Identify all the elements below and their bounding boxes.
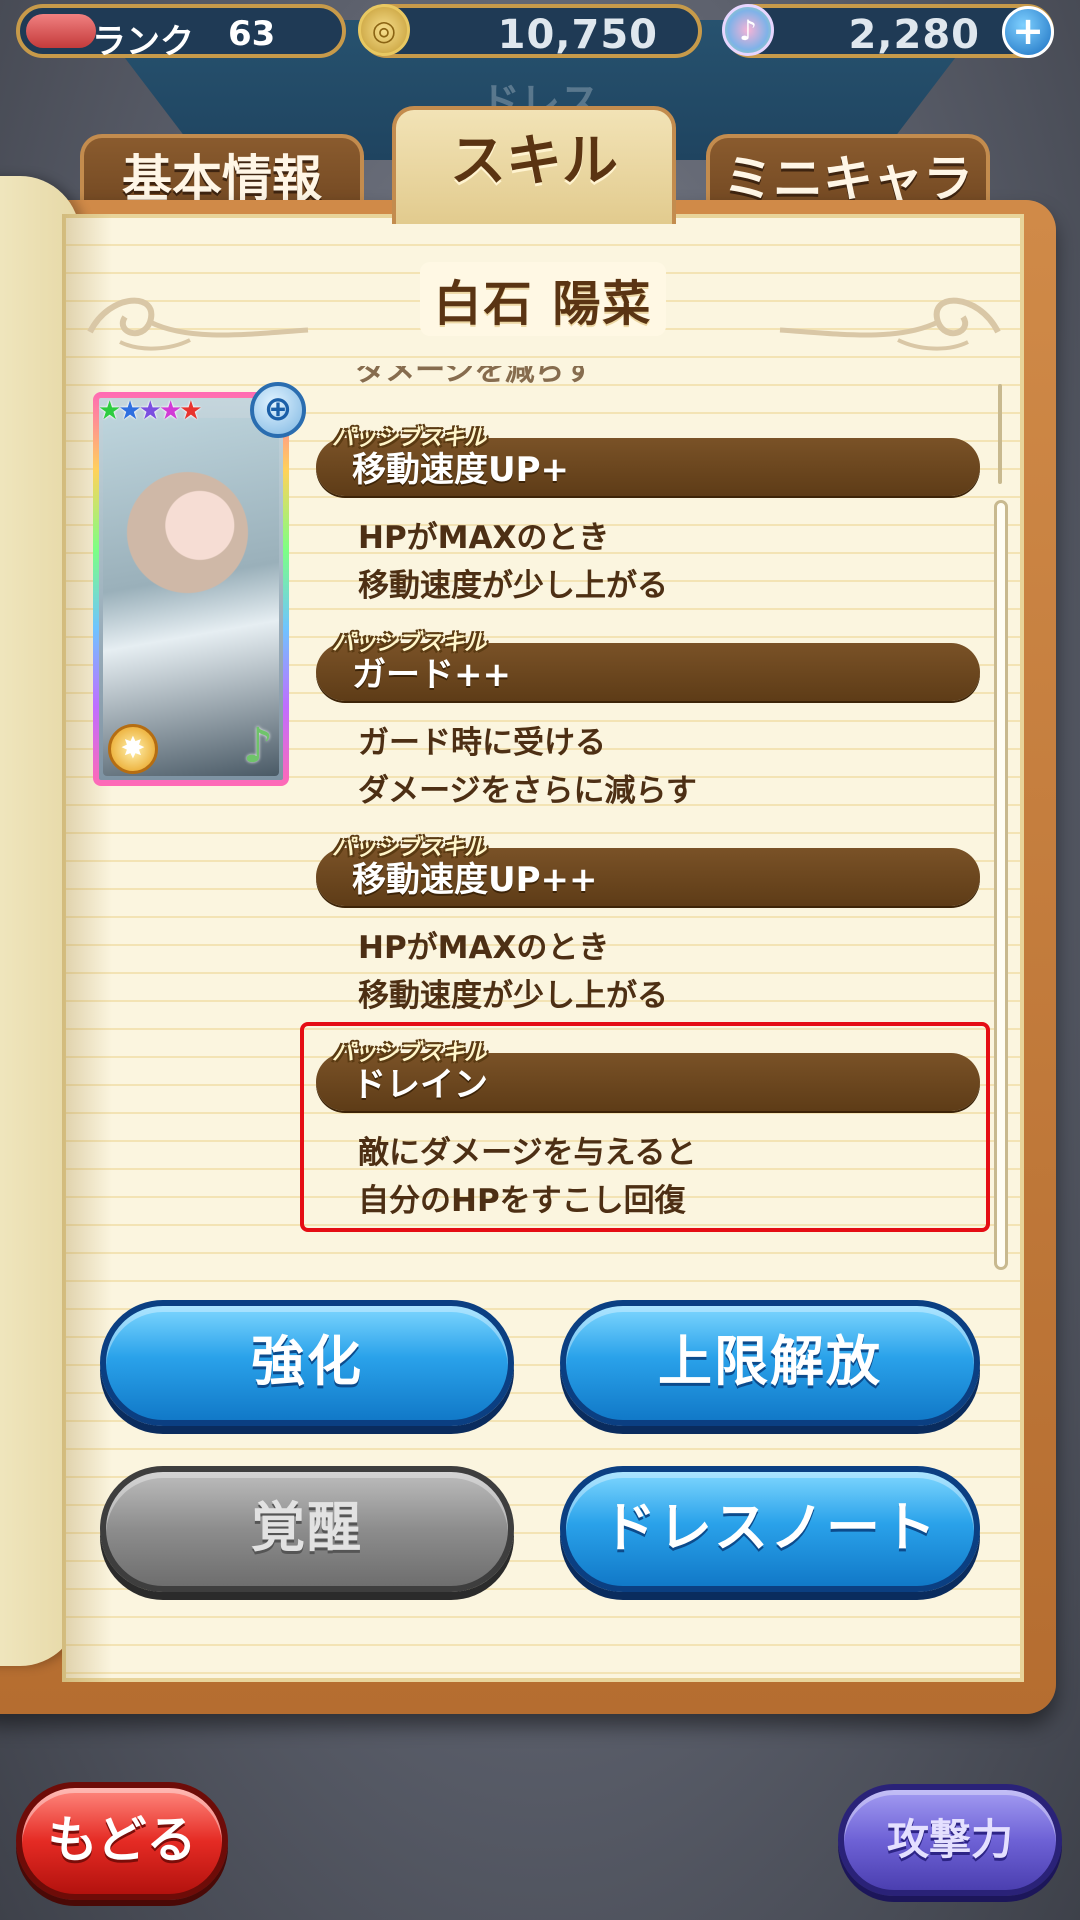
rank-label: ランク (92, 22, 194, 62)
limit-break-button[interactable]: 上限解放 (560, 1300, 980, 1426)
skill-description-line: HPがMAXのとき (358, 930, 610, 966)
skill-description: HPがMAXのとき 移動速度が少し上がる (358, 924, 668, 1020)
music-note-icon: ♪ (722, 4, 774, 56)
skill-type-label: パッシブスキル (332, 836, 487, 861)
coin-display: ◎ 10,750 (358, 4, 702, 58)
highlight-box (300, 1022, 990, 1232)
rank-progress-fill (26, 14, 96, 48)
star-icon: ★ (98, 396, 121, 426)
star-icon: ★ (138, 396, 162, 426)
skill-description: ガード時に受ける ダメージをさらに減らす (358, 719, 697, 815)
star-icon: ★ (118, 396, 141, 426)
coin-icon: ◎ (358, 4, 410, 56)
attack-sort-button[interactable]: 攻撃力 (838, 1784, 1062, 1896)
truncated-skill-text: ダメージを減らす (356, 366, 594, 388)
skill-type-label: パッシブスキル (332, 426, 487, 451)
rarity-stars: ★★★★★ (98, 396, 203, 426)
sun-attribute-icon: ✸ (108, 724, 158, 774)
zoom-icon[interactable]: ⊕ (250, 382, 306, 438)
music-note-icon: ♪ (242, 718, 274, 774)
skill-description-line: HPがMAXのとき (358, 520, 610, 556)
character-name: 白石 陽菜 (419, 262, 667, 336)
skill-description: HPがMAXのとき 移動速度が少し上がる (358, 514, 668, 610)
star-icon: ★ (158, 396, 182, 426)
rank-display: ランク 63 (16, 4, 346, 62)
skill-type-label: パッシブスキル (332, 631, 487, 656)
rank-value: 63 (228, 14, 276, 54)
add-currency-button[interactable]: + (1002, 6, 1054, 58)
awaken-button[interactable]: 覚醒 (100, 1466, 514, 1592)
back-button[interactable]: もどる (16, 1782, 228, 1900)
skill-description-line: 移動速度が少し上がる (358, 978, 668, 1014)
currency-value: 2,280 (848, 12, 980, 58)
dress-note-button[interactable]: ドレスノート (560, 1466, 980, 1592)
scroll-indicator (998, 384, 1002, 484)
skill-scrollbar[interactable] (994, 500, 1008, 1270)
skill-description-line: 移動速度が少し上がる (358, 568, 668, 604)
character-name-row: 白石 陽菜 (62, 262, 1024, 336)
coin-value: 10,750 (497, 12, 658, 58)
currency-display: ♪ 2,280 + (722, 4, 1054, 58)
status-bar: ランク 63 ◎ 10,750 ♪ 2,280 + (0, 0, 1080, 70)
enhance-button[interactable]: 強化 (100, 1300, 514, 1426)
skill-description-line: ダメージをさらに減らす (358, 773, 697, 809)
skill-description-line: ガード時に受ける (358, 725, 606, 761)
tab-skill[interactable]: スキル (392, 106, 676, 224)
star-icon: ★ (179, 396, 202, 426)
